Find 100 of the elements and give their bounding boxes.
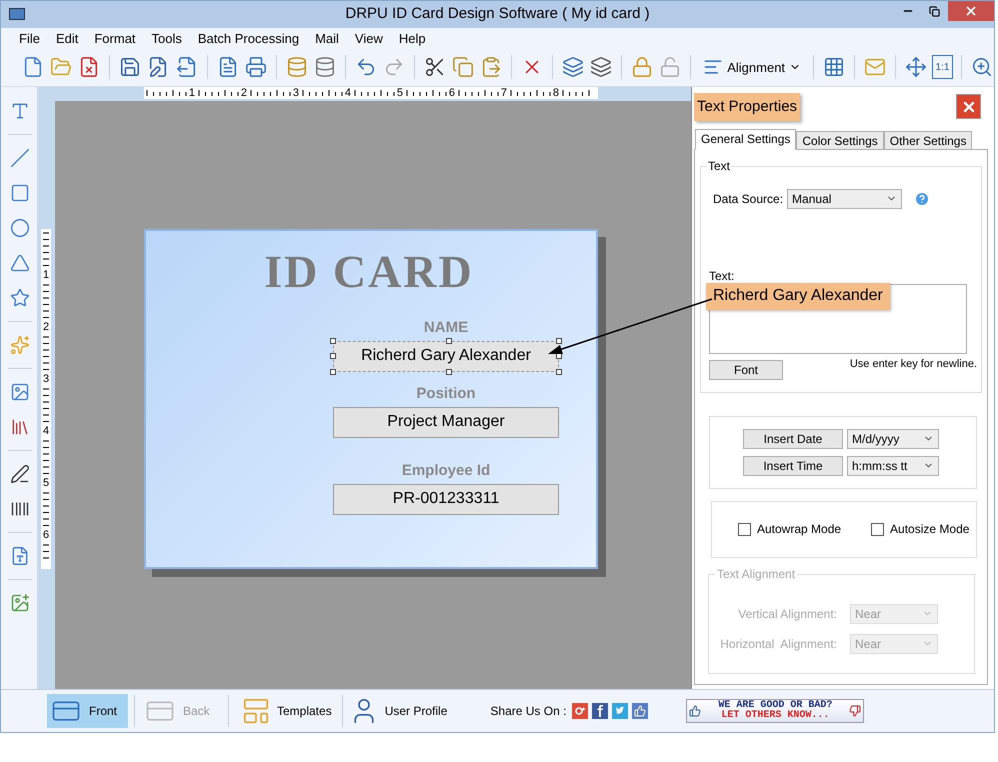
card-title: ID CARD <box>264 246 474 297</box>
field-label: Vertical Alignment: <box>737 606 837 623</box>
panel-title: Text Properties <box>694 92 800 121</box>
triangle-tool-icon[interactable] <box>10 252 30 273</box>
app-icon <box>9 8 25 20</box>
signature-tool-icon[interactable] <box>10 464 30 484</box>
rectangle-tool-icon[interactable] <box>10 182 30 203</box>
ruler-number: 5 <box>42 476 50 489</box>
menu-item[interactable]: Mail <box>307 28 347 48</box>
ruler-number: 2 <box>240 86 248 99</box>
ruler-number: 4 <box>42 424 50 437</box>
ruler-number: 3 <box>292 86 300 99</box>
cut-icon[interactable] <box>424 56 446 78</box>
menu-item[interactable]: Batch Processing <box>190 28 308 48</box>
word-art-icon[interactable] <box>10 546 30 566</box>
thumbs-down-icon <box>849 705 862 718</box>
hint-text: Use enter key for newline. <box>850 356 977 372</box>
format-select[interactable]: M/d/yyyy <box>847 428 939 449</box>
card-text-field[interactable]: Project Manager <box>333 406 559 438</box>
resize-handle[interactable] <box>446 368 452 375</box>
close-window-button[interactable] <box>948 1 994 21</box>
grid-icon[interactable] <box>822 56 845 78</box>
ruler-number: 2 <box>42 320 50 333</box>
print-icon[interactable] <box>244 56 267 78</box>
field-label: Position <box>416 384 476 403</box>
resize-handle[interactable] <box>556 368 562 375</box>
field-label: Data Source: <box>713 190 784 208</box>
menu-item[interactable]: Edit <box>48 28 86 48</box>
checkbox[interactable] <box>738 522 751 536</box>
thumbs-up-icon <box>634 705 646 718</box>
view-button[interactable]: Front <box>47 694 128 728</box>
feedback-banner[interactable]: WE ARE GOOD OR BAD? LET OTHERS KNOW... <box>686 699 864 724</box>
database-icon[interactable] <box>314 56 336 78</box>
close-button[interactable] <box>956 94 981 120</box>
close-icon <box>964 4 978 18</box>
field-label: Horizontal Alignment: <box>719 636 837 653</box>
text-tool-icon[interactable] <box>10 100 30 121</box>
database-icon[interactable] <box>286 56 308 78</box>
checkbox[interactable] <box>871 522 884 536</box>
insert-button[interactable]: Insert Time <box>743 456 843 476</box>
line-tool-icon[interactable] <box>10 148 30 168</box>
restore-icon[interactable] <box>929 6 940 16</box>
resize-handle[interactable] <box>330 368 336 375</box>
lock-icon[interactable] <box>631 56 654 78</box>
ruler-number: 3 <box>42 372 50 385</box>
menu-item[interactable]: Help <box>390 28 434 48</box>
bring-forward-icon[interactable] <box>562 56 584 78</box>
share-icon[interactable] <box>632 703 648 720</box>
font-button[interactable]: Font <box>709 360 783 380</box>
ruler-number: 7 <box>500 86 508 99</box>
checkbox-label: Autowrap Mode <box>757 521 842 538</box>
resize-handle[interactable] <box>330 338 336 344</box>
resize-handle[interactable] <box>330 353 336 360</box>
templates-button[interactable]: Templates <box>241 694 336 728</box>
picture-tool-icon[interactable] <box>10 592 30 613</box>
image-tool-icon[interactable] <box>10 382 30 402</box>
user-profile-button[interactable]: User Profile <box>348 694 448 728</box>
menu-item[interactable]: View <box>346 28 391 48</box>
resize-handle[interactable] <box>446 338 452 344</box>
field-label: Employee Id <box>402 462 490 480</box>
copy-icon[interactable] <box>452 56 474 78</box>
field-label: NAME <box>424 318 468 337</box>
window-title: DRPU ID Card Design Software ( My id card ) <box>345 4 650 24</box>
checkbox-label: Autosize Mode <box>890 521 970 538</box>
ruler-number: 1 <box>188 86 196 99</box>
ruler-number: 8 <box>552 86 560 99</box>
card-text-field[interactable]: Richerd Gary Alexander <box>333 340 559 372</box>
fit-to-window-icon[interactable] <box>904 56 927 78</box>
books-icon[interactable] <box>10 416 30 437</box>
ruler-number: 4 <box>344 86 352 99</box>
resize-handle[interactable] <box>556 338 562 344</box>
format-select[interactable]: h:mm:ss tt <box>847 456 939 476</box>
menu-item[interactable]: File <box>11 28 48 48</box>
share-icon[interactable] <box>572 703 588 720</box>
ellipse-tool-icon[interactable] <box>10 218 30 238</box>
export-icon[interactable] <box>176 56 198 78</box>
settings-tab[interactable]: General Settings <box>695 128 796 150</box>
save-icon[interactable] <box>119 56 142 78</box>
zoom-in-icon[interactable] <box>970 56 993 78</box>
actual-size-button[interactable]: 1:1 <box>932 55 953 80</box>
alignment-button[interactable]: Alignment <box>699 53 806 82</box>
help-icon[interactable] <box>914 190 930 207</box>
settings-tab[interactable]: Other Settings <box>884 130 972 150</box>
star-tool-icon[interactable] <box>10 288 30 308</box>
card-text-field[interactable]: PR-001233311 <box>333 484 559 515</box>
text-area-field[interactable]: Richerd Gary Alexander <box>709 284 967 354</box>
insert-button[interactable]: Insert Date <box>743 428 843 449</box>
thumbs-up-icon <box>689 705 702 718</box>
share-icon[interactable] <box>592 703 608 720</box>
menu-item[interactable]: Format <box>86 28 144 48</box>
ruler-number: 5 <box>396 86 404 99</box>
send-backward-icon[interactable] <box>590 56 612 78</box>
ruler-number: 1 <box>42 268 50 281</box>
data-source-select[interactable]: Manual <box>787 188 902 209</box>
settings-tab[interactable]: Color Settings <box>796 130 884 150</box>
menu-item[interactable]: Tools <box>144 28 190 48</box>
group-legend: Text Alignment <box>715 566 798 581</box>
paste-icon[interactable] <box>480 56 502 78</box>
ruler-number: 6 <box>42 528 50 541</box>
share-label: Share Us On : <box>490 703 566 720</box>
